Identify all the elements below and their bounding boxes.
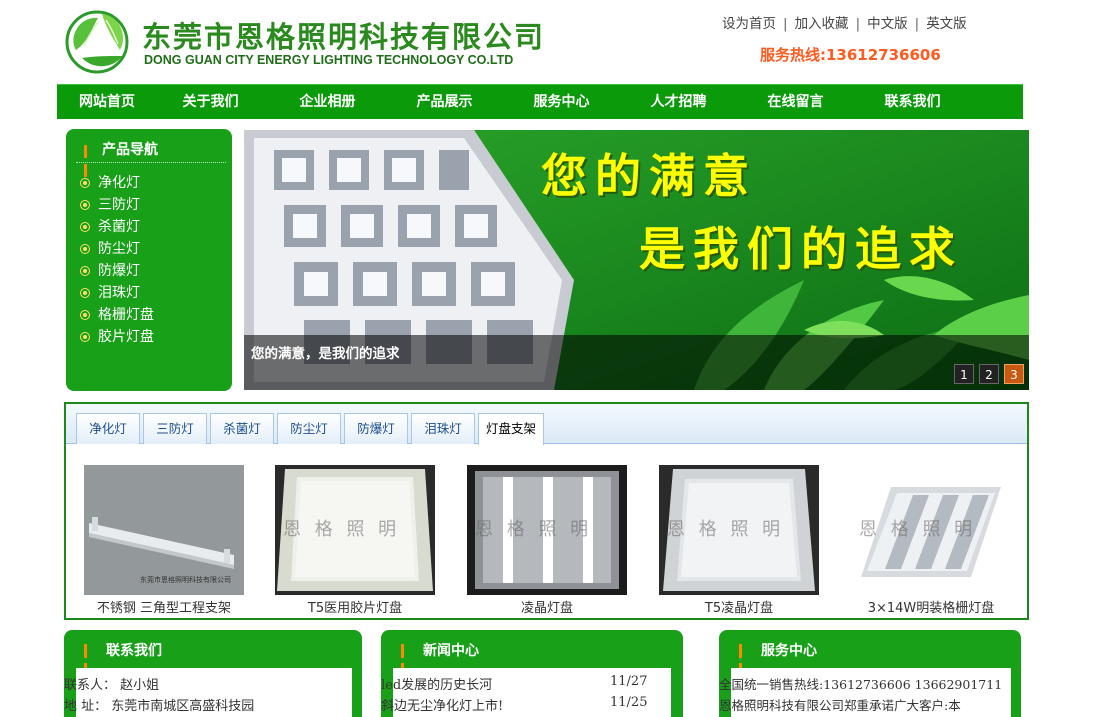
nav-contact[interactable]: 联系我们 — [854, 85, 971, 119]
bullet-icon — [80, 178, 90, 188]
set-homepage-link[interactable]: 设为首页 — [722, 16, 776, 32]
bullet-icon — [80, 200, 90, 210]
news-title: 新闻中心 — [423, 643, 479, 659]
product-caption[interactable]: 3×14W明装格栅灯盘 — [851, 597, 1011, 616]
tab-germicidal-light[interactable]: 杀菌灯 — [210, 413, 274, 444]
product-tabs-panel: 净化灯 三防灯 杀菌灯 防尘灯 防爆灯 泪珠灯 灯盘支架 东莞市恩格照明科技有限… — [64, 402, 1029, 620]
contact-address: 地 址： 东莞市南城区高盛科技园 — [64, 699, 255, 714]
product-image[interactable]: 恩 格 照 明 — [851, 465, 1011, 595]
news-item-title[interactable]: led发展的历史长河 — [381, 674, 571, 693]
top-links: 设为首页 | 加入收藏 | 中文版 | 英文版 — [722, 16, 967, 32]
banner-page-3[interactable]: 3 — [1004, 364, 1024, 384]
product-card[interactable]: 恩 格 照 明 3×14W明装格栅灯盘 — [851, 465, 1011, 616]
watermark-text: 恩 格 照 明 — [859, 519, 977, 540]
banner-slogan-line2: 是我们的追求 — [639, 222, 963, 276]
product-image[interactable]: 东莞市恩格照明科技有限公司 — [84, 465, 244, 595]
banner-page-1[interactable]: 1 — [954, 364, 974, 384]
product-card[interactable]: 东莞市恩格照明科技有限公司 不锈钢 三角型工程支架 — [84, 465, 244, 616]
product-card[interactable]: 恩 格 照 明 凌晶灯盘 — [467, 465, 627, 616]
bullet-icon — [80, 222, 90, 232]
news-item-date: 11/25 — [610, 695, 648, 710]
product-image[interactable]: 恩 格 照 明 — [275, 465, 435, 595]
tab-dustproof-light[interactable]: 防尘灯 — [277, 413, 341, 444]
nav-about[interactable]: 关于我们 — [152, 85, 269, 119]
contact-person: 联系人： 赵小姐 — [64, 678, 160, 693]
product-caption[interactable]: 不锈钢 三角型工程支架 — [84, 597, 244, 616]
tab-explosionproof-light[interactable]: 防爆灯 — [344, 413, 408, 444]
nav-service[interactable]: 服务中心 — [503, 85, 620, 119]
nav-message[interactable]: 在线留言 — [737, 85, 854, 119]
product-photo-label: 东莞市恩格照明科技有限公司 — [140, 576, 231, 584]
bullet-icon — [80, 332, 90, 342]
product-nav-item[interactable]: 三防灯 — [80, 194, 154, 216]
english-version-link[interactable]: 英文版 — [926, 16, 967, 32]
tab-triproof-light[interactable]: 三防灯 — [143, 413, 207, 444]
bullet-icon — [80, 244, 90, 254]
bullet-icon — [80, 288, 90, 298]
banner-slogan-line1: 您的满意 — [541, 149, 757, 203]
company-name-en: DONG GUAN CITY ENERGY LIGHTING TECHNOLOG… — [144, 53, 514, 67]
product-nav-item[interactable]: 净化灯 — [80, 172, 154, 194]
service-title: 服务中心 — [761, 643, 817, 659]
tab-panel-bracket[interactable]: 灯盘支架 — [478, 413, 544, 445]
leaf-logo-icon — [65, 10, 129, 74]
tab-teardrop-light[interactable]: 泪珠灯 — [411, 413, 475, 444]
add-favorite-link[interactable]: 加入收藏 — [795, 16, 849, 32]
service-hotline: 服务热线:13612736606 — [760, 46, 941, 64]
tab-purification-light[interactable]: 净化灯 — [76, 413, 140, 444]
service-hotline-text: 全国统一销售热线:13612736606 13662901711 — [719, 677, 1003, 692]
service-promise-text: 恩格照明科技有限公司郑重承诺广大客户:本 — [719, 698, 961, 713]
watermark-text: 恩 格 照 明 — [283, 519, 401, 540]
nav-jobs[interactable]: 人才招聘 — [620, 85, 737, 119]
company-name-cn: 东莞市恩格照明科技有限公司 — [142, 20, 546, 54]
product-nav-list: 净化灯 三防灯 杀菌灯 防尘灯 防爆灯 泪珠灯 格栅灯盘 胶片灯盘 — [80, 172, 154, 348]
product-nav-title: 产品导航 — [102, 142, 158, 158]
news-item-title[interactable]: 斜边无尘净化灯上市! — [381, 695, 571, 714]
company-logo[interactable]: 东莞市恩格照明科技有限公司 DONG GUAN CITY ENERGY LIGH… — [62, 6, 562, 78]
banner-page-2[interactable]: 2 — [979, 364, 999, 384]
product-nav-item[interactable]: 泪珠灯 — [80, 282, 154, 304]
product-nav-item[interactable]: 格栅灯盘 — [80, 304, 154, 326]
news-item-date: 11/27 — [610, 674, 648, 689]
product-card[interactable]: 恩 格 照 明 T5凌晶灯盘 — [659, 465, 819, 616]
product-nav-item[interactable]: 胶片灯盘 — [80, 326, 154, 348]
product-card[interactable]: 恩 格 照 明 T5医用胶片灯盘 — [275, 465, 435, 616]
product-nav-header: 产品导航 — [76, 137, 226, 177]
product-nav-item[interactable]: 防爆灯 — [80, 260, 154, 282]
title-bars-icon — [84, 143, 93, 177]
product-caption[interactable]: T5医用胶片灯盘 — [275, 597, 435, 616]
hero-banner[interactable]: 您的满意 是我们的追求 您的满意，是我们的追求 1 2 3 — [244, 130, 1029, 390]
product-image[interactable]: 恩 格 照 明 — [659, 465, 819, 595]
chinese-version-link[interactable]: 中文版 — [867, 16, 908, 32]
contact-title: 联系我们 — [106, 643, 162, 659]
product-caption[interactable]: T5凌晶灯盘 — [659, 597, 819, 616]
watermark-text: 恩 格 照 明 — [667, 519, 785, 540]
watermark-text: 恩 格 照 明 — [475, 519, 593, 540]
banner-pager: 1 2 3 — [954, 364, 1024, 384]
product-nav-item[interactable]: 防尘灯 — [80, 238, 154, 260]
product-nav-item[interactable]: 杀菌灯 — [80, 216, 154, 238]
banner-caption[interactable]: 您的满意，是我们的追求 — [251, 342, 400, 362]
nav-album[interactable]: 企业相册 — [269, 85, 386, 119]
product-caption[interactable]: 凌晶灯盘 — [467, 597, 627, 616]
product-nav-panel: 产品导航 净化灯 三防灯 杀菌灯 防尘灯 防爆灯 泪珠灯 格栅灯盘 胶片灯盘 — [66, 129, 232, 391]
bullet-icon — [80, 310, 90, 320]
nav-products[interactable]: 产品展示 — [386, 85, 503, 119]
product-image[interactable]: 恩 格 照 明 — [467, 465, 627, 595]
nav-home[interactable]: 网站首页 — [62, 85, 152, 119]
tab-strip: 净化灯 三防灯 杀菌灯 防尘灯 防爆灯 泪珠灯 灯盘支架 — [66, 404, 1027, 445]
bullet-icon — [80, 266, 90, 276]
main-nav: 网站首页 关于我们 企业相册 产品展示 服务中心 人才招聘 在线留言 联系我们 — [57, 84, 1023, 119]
